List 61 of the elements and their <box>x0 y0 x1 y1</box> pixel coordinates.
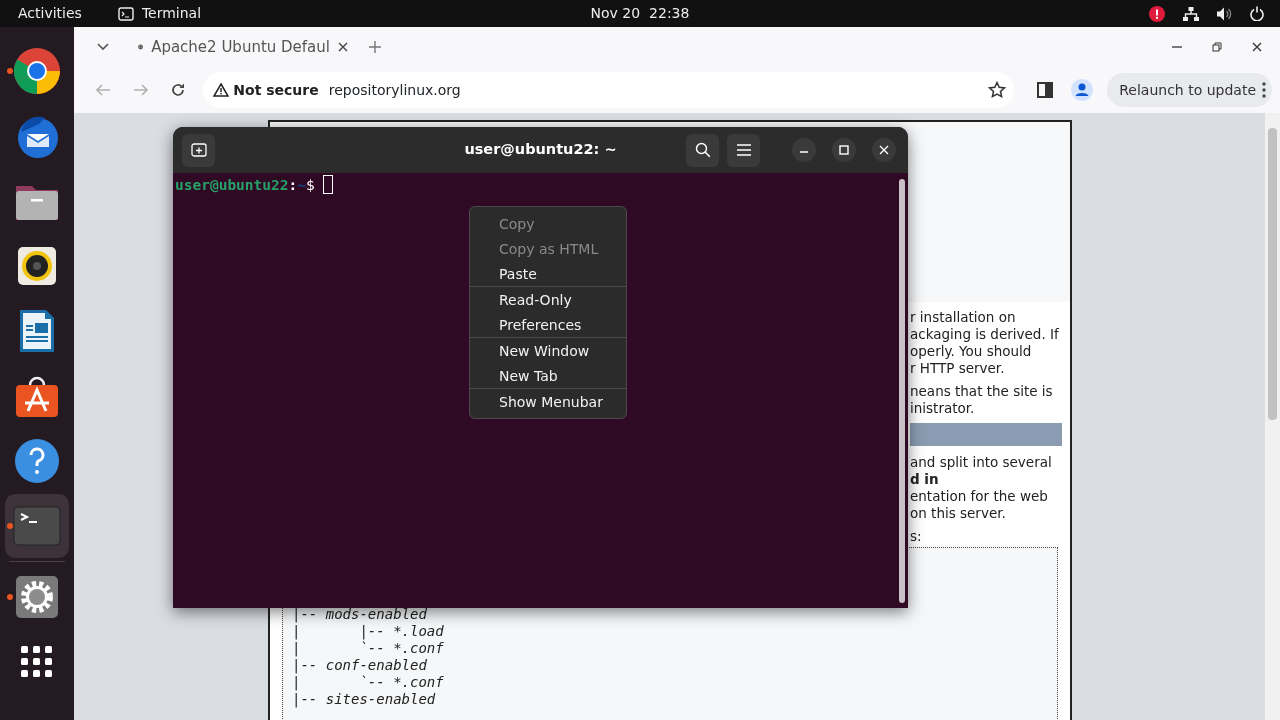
url-text: repositorylinux.org <box>328 80 462 100</box>
cursor <box>322 175 333 194</box>
restore-icon <box>1212 42 1222 52</box>
code-line: | `-- *.conf <box>292 640 445 657</box>
minimize-icon <box>1172 46 1182 48</box>
question-icon <box>13 437 61 485</box>
code-line: |-- sites-enabled <box>292 691 437 708</box>
kebab-menu-icon <box>1262 82 1266 98</box>
maximize-icon <box>839 145 849 155</box>
menu-item[interactable]: New Window <box>470 338 626 363</box>
menu-item[interactable]: New Tab <box>470 363 626 388</box>
browser-icon <box>13 47 61 95</box>
clock[interactable]: Nov 20 22:38 <box>590 3 690 24</box>
gear-icon <box>13 573 61 621</box>
paragraph: s: <box>910 528 923 545</box>
close-icon <box>1252 42 1262 52</box>
caret-icon <box>97 43 109 51</box>
code-line: | |-- *.load <box>292 623 445 640</box>
network-icon[interactable] <box>1183 6 1199 21</box>
alert-icon[interactable] <box>1149 5 1165 22</box>
menu-item[interactable]: Preferences <box>470 312 626 337</box>
star-icon[interactable] <box>987 81 1006 99</box>
menu-button[interactable] <box>727 133 760 167</box>
address-bar[interactable]: Not secure repositorylinux.org <box>203 72 1014 108</box>
person-icon <box>1071 79 1094 101</box>
window-title: user@ubuntu22: ~ <box>464 140 617 160</box>
side-panel-icon <box>1036 82 1053 98</box>
app-menu[interactable]: Terminal <box>141 3 202 24</box>
new-tab-icon <box>190 143 207 157</box>
code-line: |-- mods-enabled <box>292 606 428 623</box>
maximize-button[interactable] <box>832 138 856 162</box>
activities-button[interactable]: Activities <box>18 3 82 24</box>
close-icon <box>879 145 889 155</box>
menu-icon <box>736 144 751 156</box>
close-button[interactable] <box>872 138 896 162</box>
volume-icon[interactable] <box>1217 6 1232 21</box>
terminal-icon <box>117 6 134 21</box>
minimize-button[interactable] <box>792 138 816 162</box>
plus-icon <box>369 41 381 53</box>
forward-arrow-icon <box>132 82 149 98</box>
code-line: | `-- *.conf <box>292 674 445 691</box>
back-arrow-icon <box>94 82 111 98</box>
scrollbar[interactable] <box>899 179 905 603</box>
shell-prompt: user@ubuntu22:~$ <box>175 177 315 193</box>
power-icon[interactable] <box>1250 6 1264 21</box>
paragraph: and split into several d in entation for the web on this server. <box>910 454 1053 522</box>
close-icon <box>338 42 348 52</box>
menu-item[interactable]: Read-Only <box>470 287 626 312</box>
scrollbar[interactable] <box>1265 113 1280 720</box>
reload-icon <box>170 82 187 98</box>
menu-item[interactable]: Paste <box>470 261 626 286</box>
tab-title: Apache2 Ubuntu Defaul <box>151 36 330 58</box>
new-tab-button[interactable] <box>182 133 215 167</box>
warning-icon <box>213 83 230 97</box>
paragraph: neans that the site is inistrator. <box>910 383 1054 417</box>
search-icon <box>694 142 711 158</box>
code-line: |-- conf-enabled <box>292 657 428 674</box>
search-button[interactable] <box>686 133 719 167</box>
paragraph: r installation on ackaging is derived. If operly. You should r HTTP server. <box>910 309 1060 377</box>
relaunch-button[interactable]: Relaunch to update <box>1107 73 1272 107</box>
menu-item[interactable]: Show Menubar <box>470 389 626 414</box>
